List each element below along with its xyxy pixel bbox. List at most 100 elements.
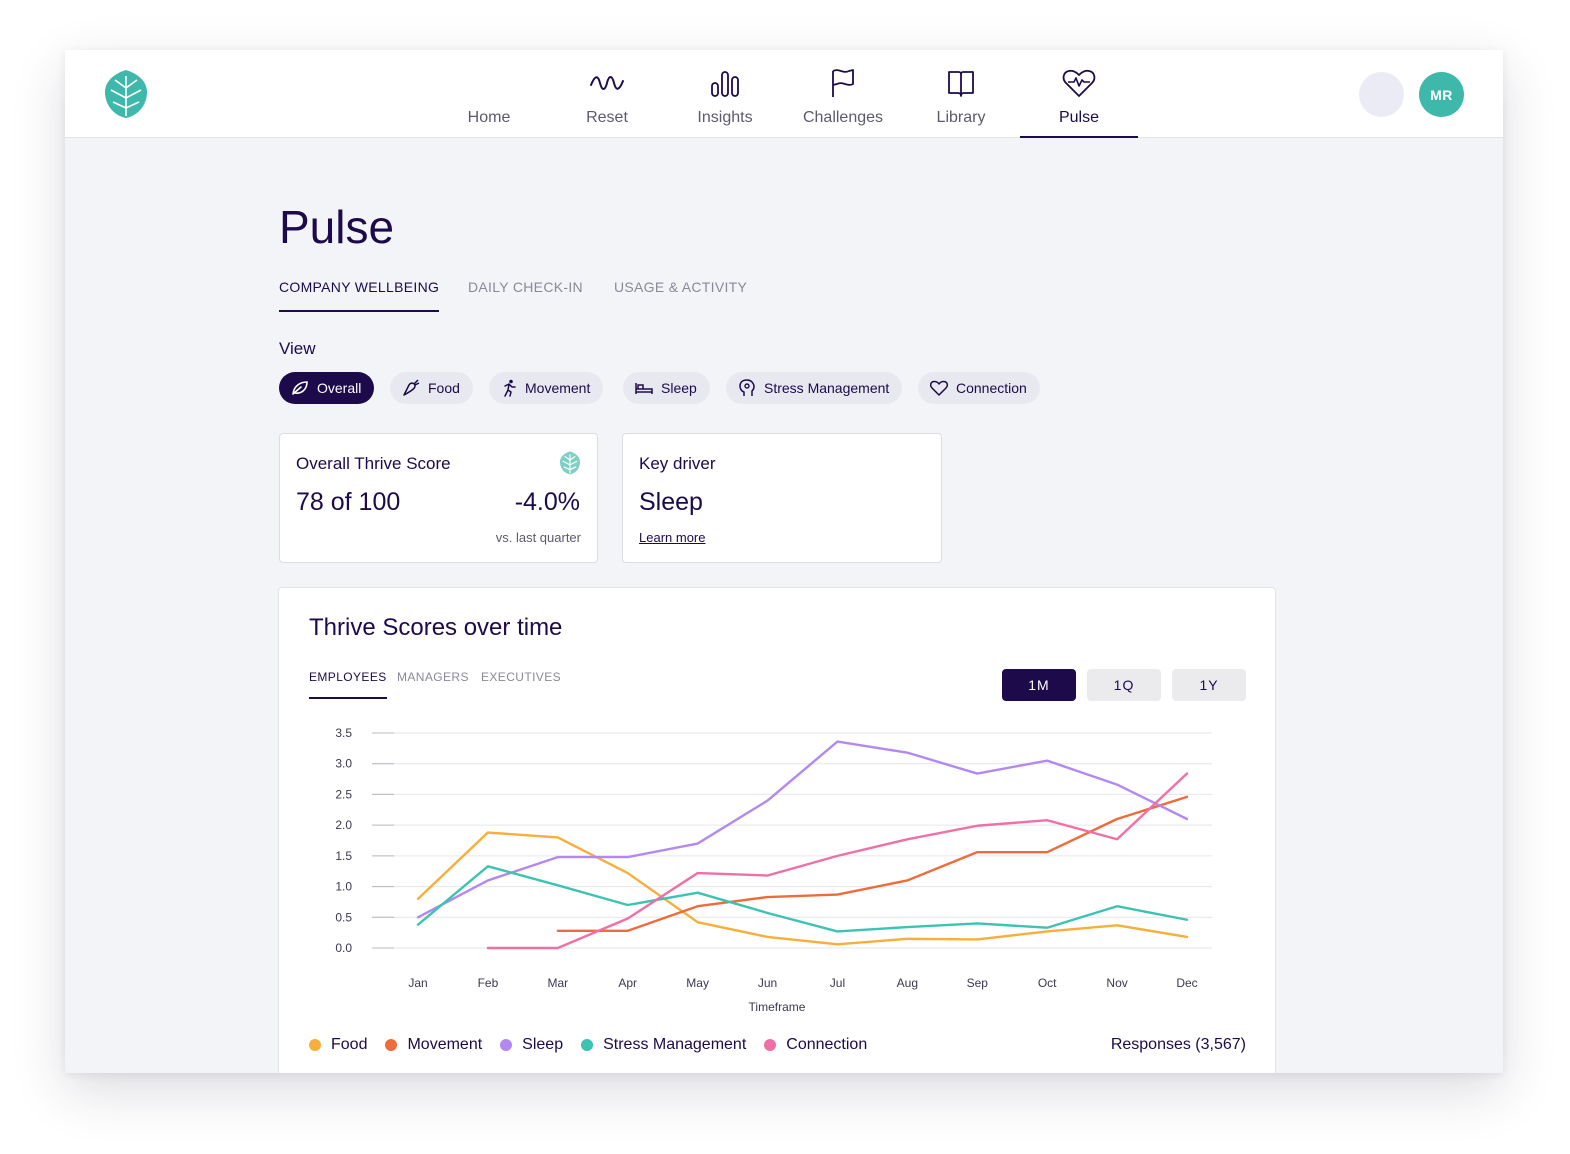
y-tick-label: 3.5 — [335, 726, 352, 740]
series-line-movement — [556, 795, 1189, 932]
x-tick-label: Sep — [967, 976, 989, 990]
legend-movement-swatch — [385, 1039, 398, 1051]
thrive-scores-chart-card: Thrive Scores over time EMPLOYEES MANAGE… — [278, 587, 1276, 1073]
brain-icon — [739, 379, 755, 396]
brand-logo-icon[interactable] — [103, 68, 149, 120]
y-tick-label: 1.0 — [335, 880, 352, 894]
nav-library-label: Library — [936, 109, 986, 126]
x-axis-title: Timeframe — [749, 1000, 806, 1014]
chip-movement[interactable]: Movement — [489, 372, 604, 404]
view-label: View — [279, 339, 316, 358]
y-tick-label: 2.5 — [335, 787, 352, 801]
nav-home-label: Home — [467, 109, 511, 126]
y-tick-label: 1.5 — [335, 849, 352, 863]
score-card-title: Overall Thrive Score — [296, 454, 451, 473]
y-tick-label: 3.0 — [335, 757, 352, 771]
driver-card-title: Key driver — [639, 454, 716, 473]
nav-challenges[interactable]: Challenges — [784, 50, 902, 138]
nav-challenges-label: Challenges — [802, 109, 884, 126]
heart-pulse-icon — [1061, 66, 1097, 100]
x-tick-label: Oct — [1038, 976, 1057, 990]
score-comparison: vs. last quarter — [495, 530, 581, 545]
responses-count: Responses (3,567) — [1110, 1036, 1246, 1053]
notifications-button[interactable] — [1359, 72, 1404, 117]
top-nav-bar: Home Reset Insights Challenges Library P… — [65, 50, 1503, 138]
x-tick-label: Jan — [408, 976, 427, 990]
x-tick-label: Jul — [830, 976, 845, 990]
nav-library[interactable]: Library — [902, 50, 1020, 138]
carrot-icon — [403, 379, 420, 396]
nav-home[interactable]: Home — [430, 50, 548, 138]
leaf-logo-icon — [559, 451, 581, 475]
legend-stress-management-swatch — [581, 1039, 594, 1051]
chip-food[interactable]: Food — [390, 372, 473, 404]
score-delta: -4.0% — [514, 488, 580, 516]
chip-stress-management-label: Stress Management — [764, 380, 890, 396]
legend-movement: Movement — [385, 1036, 482, 1054]
heart-icon — [930, 380, 948, 396]
legend-sleep-swatch — [500, 1039, 513, 1051]
tab-usage-activity[interactable]: USAGE & ACTIVITY — [614, 279, 747, 310]
y-tick-label: 2.0 — [335, 818, 352, 832]
legend-food: Food — [309, 1036, 367, 1054]
wave-icon — [589, 66, 625, 100]
book-icon — [943, 66, 979, 100]
nav-insights[interactable]: Insights — [666, 50, 784, 138]
x-tick-label: Mar — [547, 976, 568, 990]
series-line-sleep — [416, 740, 1189, 919]
avatar[interactable]: MR — [1419, 72, 1464, 117]
legend-stress-management-label: Stress Management — [603, 1036, 747, 1053]
chip-stress-management[interactable]: Stress Management — [726, 372, 903, 404]
x-tick-label: Aug — [897, 976, 918, 990]
legend-sleep: Sleep — [500, 1036, 563, 1054]
x-tick-label: Jun — [758, 976, 777, 990]
y-tick-label: 0.5 — [335, 910, 352, 924]
flag-icon — [825, 66, 861, 100]
chip-movement-label: Movement — [525, 380, 591, 396]
chip-sleep-label: Sleep — [661, 380, 697, 396]
chip-connection[interactable]: Connection — [918, 372, 1040, 404]
x-tick-label: Apr — [618, 976, 637, 990]
bed-icon — [635, 383, 653, 394]
y-tick-label: 0.0 — [335, 941, 352, 955]
chip-food-label: Food — [428, 380, 460, 396]
key-driver-card: Key driver Sleep Learn more — [622, 433, 942, 563]
series-line-stress-management — [416, 865, 1189, 933]
nav-reset-label: Reset — [586, 109, 628, 126]
nav-reset[interactable]: Reset — [548, 50, 666, 138]
chip-sleep[interactable]: Sleep — [623, 372, 710, 404]
home-icon — [471, 66, 507, 100]
app-window: Home Reset Insights Challenges Library P… — [65, 50, 1503, 1073]
chip-overall[interactable]: Overall — [279, 372, 375, 404]
series-line-food — [416, 831, 1189, 946]
x-tick-label: Dec — [1176, 976, 1197, 990]
x-tick-label: Feb — [478, 976, 499, 990]
nav-pulse-label: Pulse — [1058, 109, 1100, 126]
series-line-connection — [486, 772, 1189, 950]
x-tick-label: Nov — [1106, 976, 1127, 990]
x-tick-label: May — [686, 976, 709, 990]
legend-movement-label: Movement — [407, 1036, 483, 1053]
legend-connection-swatch — [764, 1039, 777, 1051]
legend-food-label: Food — [331, 1036, 368, 1053]
nav-pulse[interactable]: Pulse — [1020, 50, 1138, 138]
score-value: 78 of 100 — [296, 488, 401, 516]
chip-overall-label: Overall — [317, 380, 362, 396]
legend-food-swatch — [309, 1039, 321, 1051]
running-icon — [504, 379, 516, 397]
learn-more-link[interactable]: Learn more — [639, 530, 705, 545]
overall-score-card: Overall Thrive Score 78 of 100 -4.0% vs.… — [279, 433, 598, 563]
page-title: Pulse — [279, 201, 395, 253]
line-chart: 0.0 0.5 1.0 1.5 2.0 2.5 3.0 3.5 Jan Feb Mar Apr May J… — [335, 726, 1212, 1014]
driver-value: Sleep — [639, 488, 703, 516]
leaf-icon — [292, 381, 308, 395]
tab-daily-check-in[interactable]: DAILY CHECK-IN — [468, 279, 583, 310]
legend-connection-label: Connection — [786, 1036, 868, 1053]
chip-connection-label: Connection — [956, 380, 1027, 396]
legend-sleep-label: Sleep — [522, 1036, 564, 1053]
bar-chart-icon — [707, 66, 743, 100]
legend-stress-management: Stress Management — [581, 1036, 746, 1054]
legend-connection: Connection — [764, 1036, 867, 1054]
chart-legend: Food Movement Sleep Stress Management Co… — [309, 1036, 885, 1054]
tab-company-wellbeing[interactable]: COMPANY WELLBEING — [279, 279, 440, 312]
